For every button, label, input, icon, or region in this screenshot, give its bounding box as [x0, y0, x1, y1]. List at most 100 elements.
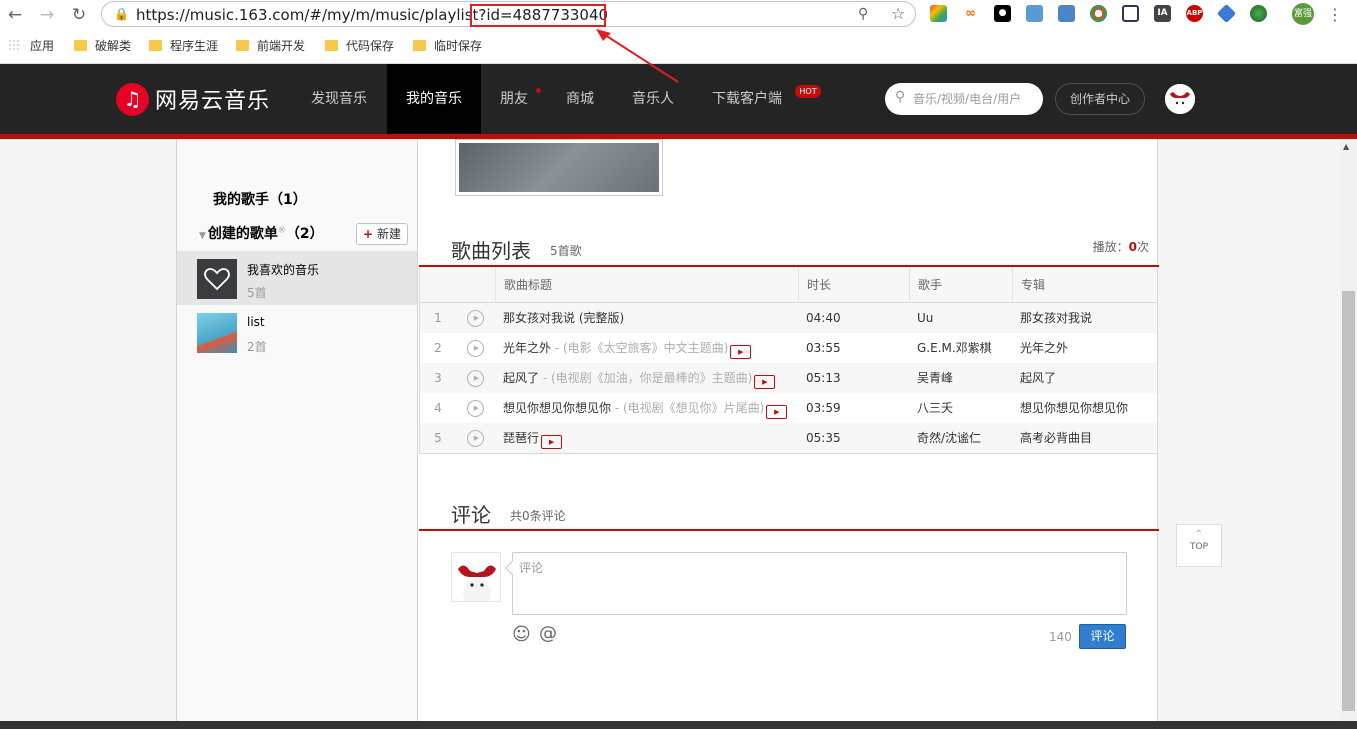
forward-icon[interactable]: →: [35, 3, 59, 27]
song-title-cell[interactable]: 那女孩对我说 (完整版): [503, 303, 798, 333]
song-album[interactable]: 起风了: [1020, 363, 1156, 393]
table-row[interactable]: 1 ▶ 那女孩对我说 (完整版) 04:40 Uu 那女孩对我说: [420, 303, 1157, 333]
back-icon[interactable]: ←: [3, 3, 27, 27]
comment-submit-button[interactable]: 评论: [1079, 624, 1126, 649]
char-counter: 140: [1049, 630, 1072, 644]
bookmark-folder[interactable]: 破解类: [74, 38, 131, 54]
nav-download[interactable]: 下载客户端: [700, 64, 794, 134]
nav-musician[interactable]: 音乐人: [620, 64, 686, 134]
song-duration: 05:13: [806, 371, 841, 385]
bookmark-label: 程序生涯: [170, 39, 219, 53]
col-title: 歌曲标题: [495, 267, 798, 303]
song-album[interactable]: 那女孩对我说: [1020, 303, 1156, 333]
color-circle-icon[interactable]: [1090, 5, 1107, 22]
playlist-item-list[interactable]: list 2首: [177, 305, 417, 359]
profile-avatar[interactable]: 富强: [1292, 3, 1314, 25]
at-mention-icon[interactable]: @: [539, 623, 557, 644]
scroll-up-icon[interactable]: ▲: [1343, 142, 1349, 151]
song-title[interactable]: 想见你想见你想见你: [503, 401, 611, 415]
mv-icon[interactable]: ▶: [754, 375, 776, 389]
mv-icon[interactable]: ▶: [730, 345, 752, 359]
creator-center-button[interactable]: 创作者中心: [1055, 83, 1145, 115]
song-title-cell[interactable]: 琵琶行 ▶: [503, 423, 798, 453]
search-box[interactable]: ⚲: [885, 83, 1043, 115]
colorful-square-icon[interactable]: [930, 5, 947, 22]
play-icon[interactable]: ▶: [467, 430, 484, 447]
nav-my-music[interactable]: 我的音乐: [387, 64, 481, 134]
folder-icon: [413, 40, 426, 51]
abp-icon[interactable]: ABP: [1186, 5, 1203, 22]
ia-extension-icon[interactable]: IA: [1154, 5, 1171, 22]
star-icon[interactable]: ☆: [891, 4, 905, 23]
created-playlists-header[interactable]: ▼ 创建的歌单®（2）: [199, 223, 324, 243]
window-icon[interactable]: [1122, 5, 1139, 22]
table-row[interactable]: 2 ▶ 光年之外 - (电影《太空旅客》中文主题曲) ▶ 03:55 G.E.M.邓紫棋光…: [420, 333, 1157, 363]
comment-input[interactable]: [513, 553, 1126, 614]
back-to-top-button[interactable]: ⌃ TOP: [1176, 524, 1222, 567]
globe-icon[interactable]: [1250, 5, 1267, 22]
song-title[interactable]: 起风了: [503, 371, 539, 385]
bookmark-folder[interactable]: 代码保存: [325, 38, 394, 54]
row-index: 1: [434, 311, 442, 325]
play-icon[interactable]: ▶: [467, 340, 484, 357]
play-icon[interactable]: ▶: [467, 310, 484, 327]
playlist-count: 2首: [247, 340, 267, 354]
table-header: 歌曲标题 时长 歌手 专辑: [420, 267, 1157, 303]
song-subtitle: - (电视剧《想见你》片尾曲): [611, 401, 765, 415]
site-logo[interactable]: ♫ 网易云音乐: [116, 81, 270, 117]
heart-cover-icon: [197, 259, 237, 299]
bookmark-folder[interactable]: 程序生涯: [149, 38, 218, 54]
nav-friends[interactable]: 朋友: [488, 64, 540, 134]
scrollbar-thumb[interactable]: [1342, 291, 1355, 711]
search-input[interactable]: [913, 90, 1038, 108]
user-avatar[interactable]: [1165, 84, 1195, 114]
game-icon[interactable]: ●: [994, 5, 1011, 22]
table-row[interactable]: 4 ▶ 想见你想见你想见你 - (电视剧《想见你》片尾曲) ▶ 03:59 八三夭 想见你想…: [420, 393, 1157, 423]
notification-dot: [536, 88, 541, 93]
song-title-cell[interactable]: 起风了 - (电视剧《加油，你是最棒的》主题曲) ▶: [503, 363, 798, 393]
nav-discover[interactable]: 发现音乐: [297, 64, 381, 134]
scrollbar[interactable]: ▲: [1340, 139, 1357, 729]
song-title[interactable]: 光年之外: [503, 341, 551, 355]
table-row[interactable]: 3 ▶ 起风了 - (电视剧《加油，你是最棒的》主题曲) ▶ 05:13 吴青峰 起风了: [420, 363, 1157, 393]
play-icon[interactable]: ▶: [467, 370, 484, 387]
mv-icon[interactable]: ▶: [541, 435, 563, 449]
mail-icon[interactable]: [1058, 5, 1075, 22]
comment-avatar[interactable]: [451, 552, 501, 602]
song-title-cell[interactable]: 想见你想见你想见你 - (电视剧《想见你》片尾曲) ▶: [503, 393, 798, 423]
song-artist[interactable]: G.E.M.邓紫棋: [917, 333, 1012, 363]
bookmark-apps[interactable]: 应用: [8, 38, 54, 54]
key-icon[interactable]: ⚲: [858, 6, 868, 22]
song-title[interactable]: 琵琶行: [503, 431, 539, 445]
playlist-item-favorites[interactable]: 我喜欢的音乐 5首: [177, 251, 417, 305]
play-count-label: 播放：: [1092, 240, 1129, 254]
table-row[interactable]: 5 ▶ 琵琶行 ▶ 05:35 奇然/沈谧仁 高考必背曲目: [420, 423, 1157, 453]
song-artist[interactable]: Uu: [917, 303, 1012, 333]
url-id-highlight-box: [470, 4, 606, 27]
nav-mall[interactable]: 商城: [554, 64, 606, 134]
infinity-icon[interactable]: ∞: [962, 5, 979, 22]
song-album[interactable]: 高考必背曲目: [1020, 423, 1156, 453]
hat-icon[interactable]: [1216, 3, 1237, 24]
bookmark-folder[interactable]: 临时保存: [413, 38, 482, 54]
song-artist[interactable]: 奇然/沈谧仁: [917, 423, 1012, 453]
song-album[interactable]: 想见你想见你想见你: [1020, 393, 1156, 423]
song-title[interactable]: 那女孩对我说 (完整版): [503, 311, 624, 325]
reload-icon[interactable]: ↻: [67, 3, 91, 27]
song-title-cell[interactable]: 光年之外 - (电影《太空旅客》中文主题曲) ▶: [503, 333, 798, 363]
song-artist[interactable]: 吴青峰: [917, 363, 1012, 393]
bookmark-folder[interactable]: 前端开发: [236, 38, 305, 54]
song-duration: 03:59: [806, 401, 841, 415]
my-singers-title[interactable]: 我的歌手（1）: [213, 189, 307, 209]
created-playlists-label: 创建的歌单: [207, 226, 278, 242]
song-album[interactable]: 光年之外: [1020, 333, 1156, 363]
mv-icon[interactable]: ▶: [766, 405, 788, 419]
emoji-icon[interactable]: ☺: [512, 624, 531, 645]
hot-badge: HOT: [795, 85, 821, 98]
more-menu-icon[interactable]: ⋮: [1323, 3, 1347, 27]
play-icon[interactable]: ▶: [467, 400, 484, 417]
playlist-name: 我喜欢的音乐: [247, 263, 320, 277]
song-artist[interactable]: 八三夭: [917, 393, 1012, 423]
new-playlist-button[interactable]: + 新建: [356, 223, 408, 245]
image-icon[interactable]: [1026, 5, 1043, 22]
